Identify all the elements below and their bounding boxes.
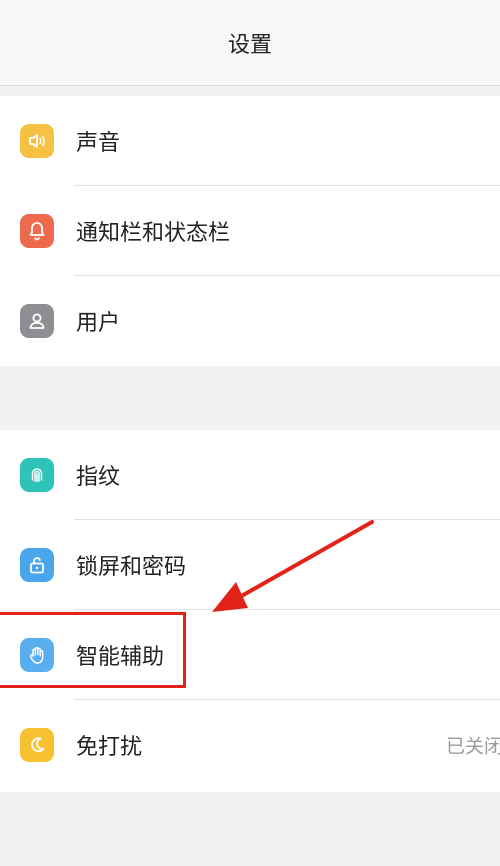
page-title: 设置 (227, 32, 272, 58)
settings-item-fingerprint[interactable]: 指纹 (0, 430, 500, 520)
settings-item-label: 用户 (76, 311, 121, 336)
settings-item-sound[interactable]: 声音 (0, 96, 500, 186)
settings-item-label: 免打扰 (76, 735, 143, 760)
top-bar: 设置 (0, 0, 500, 86)
settings-item-users[interactable]: 用户 (0, 276, 500, 366)
settings-item-label: 锁屏和密码 (76, 555, 187, 580)
user-icon (20, 304, 54, 338)
lock-icon (20, 548, 54, 582)
bell-icon (20, 214, 54, 248)
settings-group-2: 指纹 锁屏和密码 智能辅助 免打扰 已关闭 (0, 430, 500, 792)
fingerprint-icon (20, 458, 54, 492)
settings-item-notifications[interactable]: 通知栏和状态栏 (0, 186, 500, 276)
settings-item-label: 指纹 (76, 465, 121, 490)
settings-item-lockscreen[interactable]: 锁屏和密码 (0, 520, 500, 610)
settings-item-label: 声音 (76, 131, 121, 156)
moon-icon (20, 728, 54, 762)
settings-group-1: 声音 通知栏和状态栏 用户 (0, 96, 500, 366)
status-value: 已关闭 (446, 735, 500, 758)
highlight-box (0, 612, 186, 688)
settings-item-label: 通知栏和状态栏 (76, 221, 231, 246)
speaker-icon (20, 124, 54, 158)
settings-item-do-not-disturb[interactable]: 免打扰 已关闭 (0, 700, 500, 790)
